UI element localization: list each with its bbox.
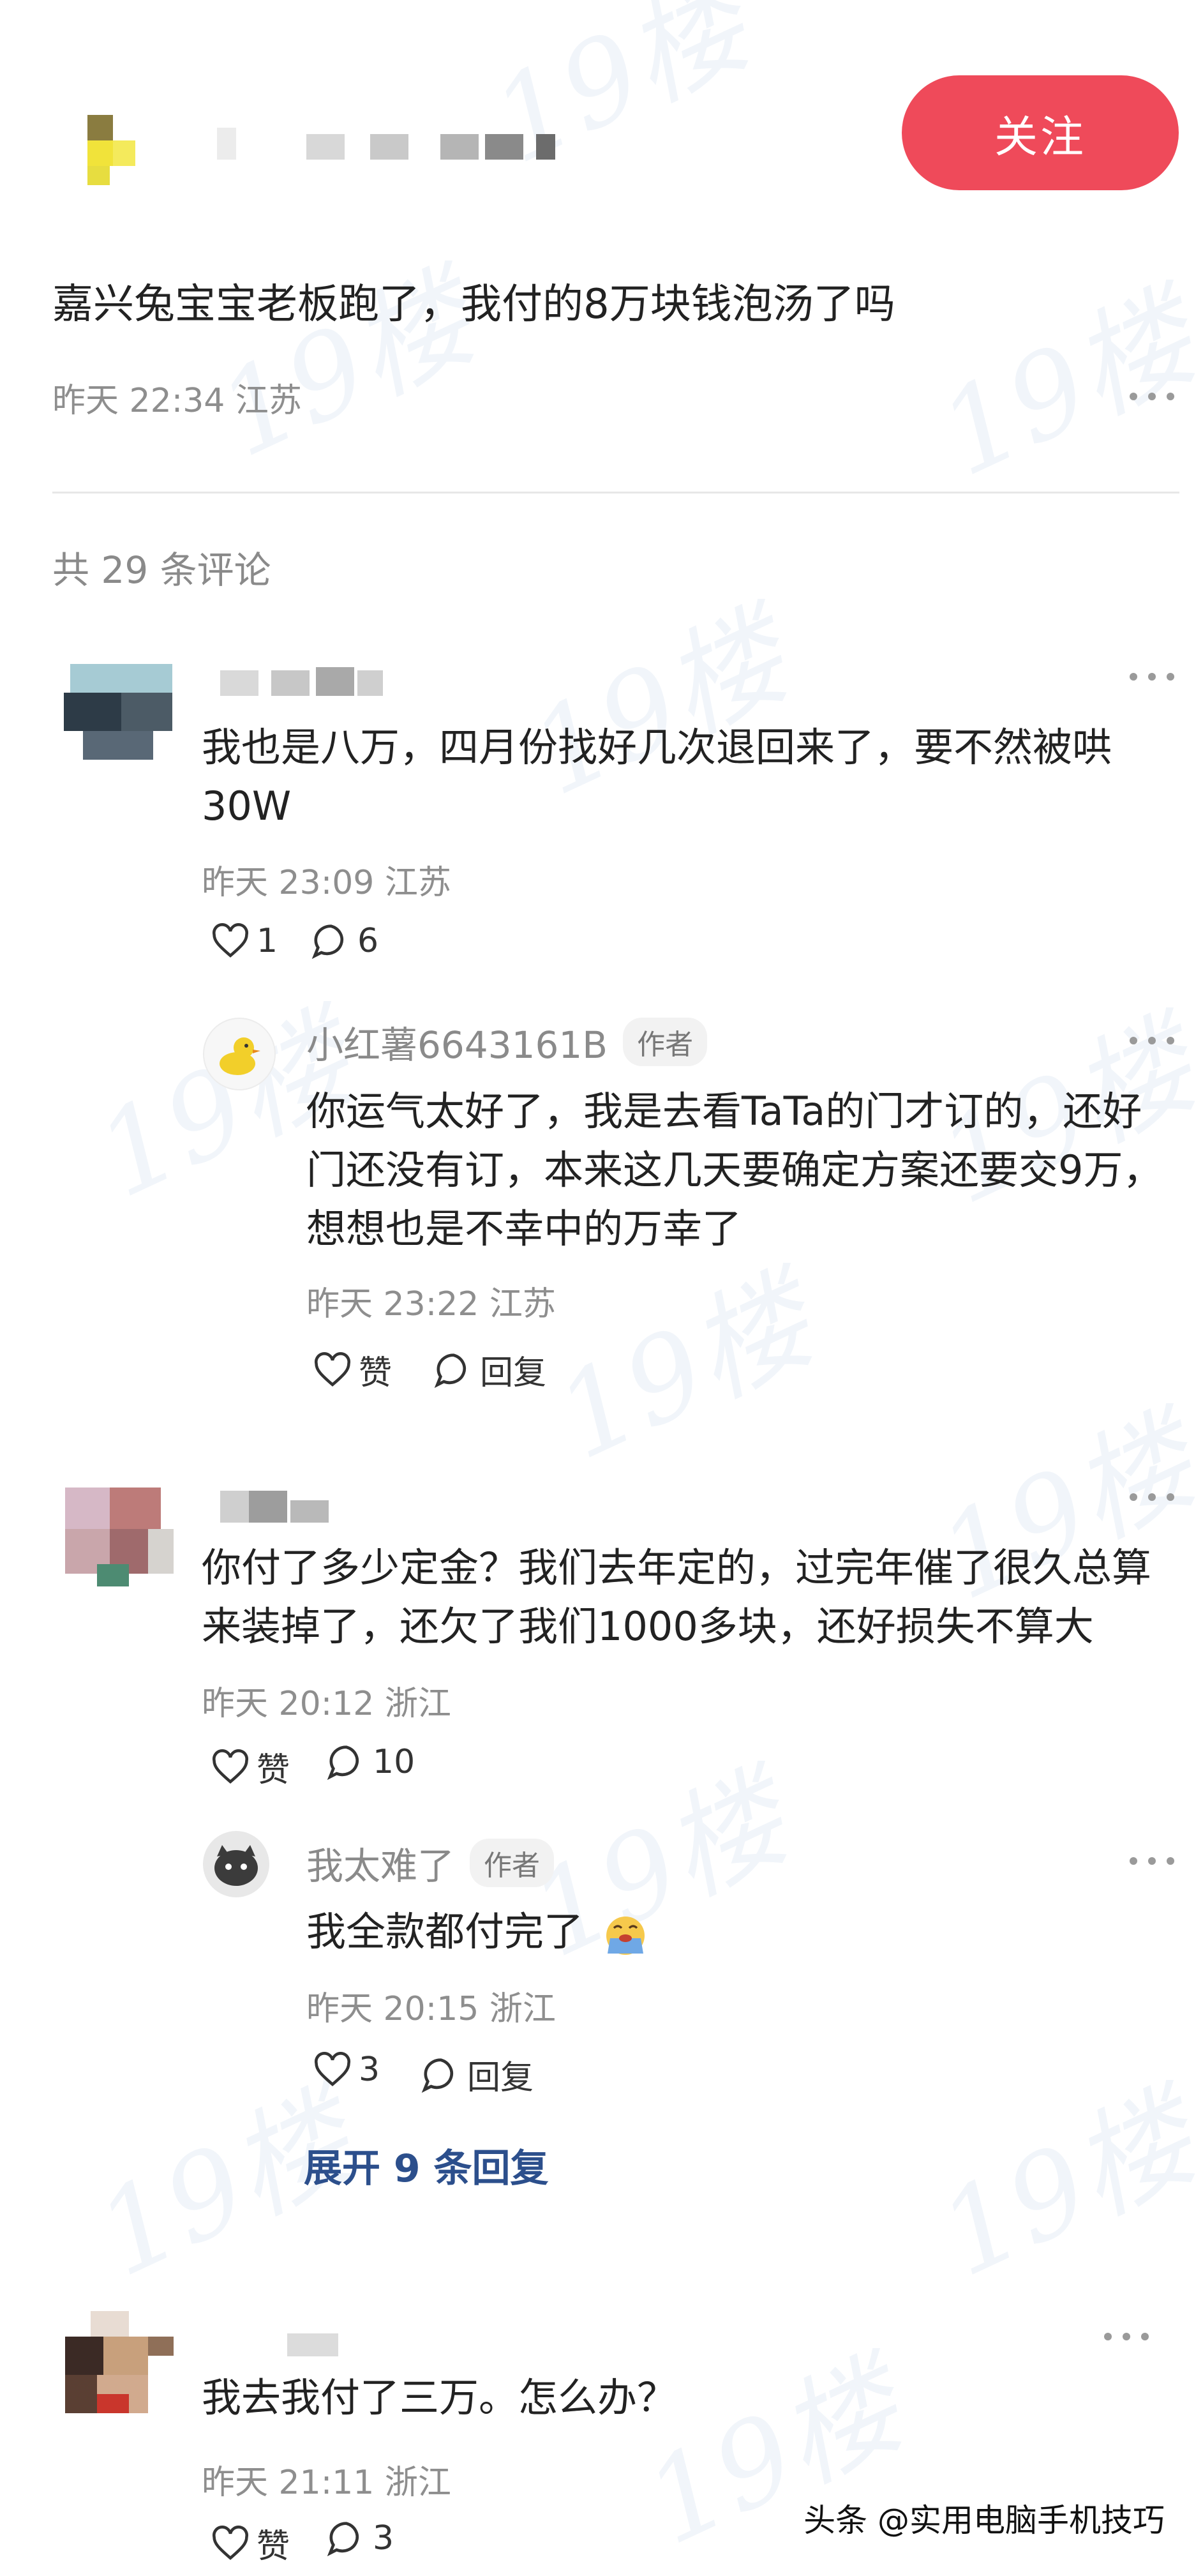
author-badge: 作者 [623,1018,708,1066]
reply-text: 我全款都付完了 [306,1902,651,1961]
expand-replies-link[interactable]: 展开 9 条回复 [304,2137,549,2193]
more-icon[interactable] [1130,387,1174,406]
more-icon[interactable] [1104,2327,1149,2346]
heart-icon [315,1352,350,1387]
comment-text: 我去我付了三万。怎么办？ [202,2374,677,2421]
reply-meta: 昨天 23:22 江苏 [306,1285,556,1323]
reply-button[interactable]: 3 [327,2519,394,2557]
heart-icon [213,923,248,958]
heart-icon [315,2052,350,2086]
more-icon[interactable] [1130,1851,1174,1871]
comment-meta: 昨天 23:09 江苏 [202,864,451,902]
duck-icon [220,1037,260,1075]
reply-button[interactable]: 10 [327,1743,415,1781]
comment-bubble-icon [327,2522,359,2557]
reply-label: 回复 [480,1354,547,1392]
like-button[interactable]: 1 [211,922,278,960]
watermark: 19楼 [512,590,805,822]
comment-text: 来装掉了，还欠了我们1000多块，还好损失不算大 [202,1603,1094,1650]
poster-avatar[interactable] [52,96,154,198]
like-button[interactable]: 3 [313,2051,380,2089]
follow-button[interactable]: 关注 [902,75,1179,190]
like-label: 赞 [257,2527,290,2566]
reply-label: 回复 [467,2059,534,2097]
watermark: 19楼 [199,252,493,484]
comment-meta: 昨天 21:11 浙江 [202,2464,451,2502]
divider [52,492,1179,493]
more-icon[interactable] [1130,1488,1174,1507]
more-icon[interactable] [1130,1031,1174,1050]
comment-meta: 昨天 20:12 浙江 [202,1685,451,1723]
like-button[interactable]: 赞 [211,1743,290,1791]
source-watermark: 头条 @实用电脑手机技巧 [803,2502,1165,2539]
author-badge: 作者 [470,1839,555,1887]
reply-text: 门还没有订，本来这几天要确定方案还要交9万， [306,1147,1163,1193]
avatar[interactable] [203,1831,269,1897]
reply-text-content: 我全款都付完了 [306,1908,584,1955]
more-icon[interactable] [1130,667,1174,686]
reply-text: 你运气太好了，我是去看TaTa的门才订的，还好 [306,1088,1142,1134]
comments-count: 共 29 条评论 [52,548,271,592]
like-label: 赞 [359,1354,392,1392]
avatar[interactable] [64,664,179,766]
reply-count: 3 [373,2519,394,2557]
username[interactable]: 我太难了 [306,1836,454,1890]
reply-button[interactable]: 6 [311,922,378,960]
comment-text: 我也是八万，四月份找好几次退回来了，要不然被哄 [202,724,1112,771]
comment-text: 你付了多少定金？我们去年定的，过完年催了很久总算 [202,1544,1152,1591]
username[interactable]: 小红薯6643161B [306,1015,608,1069]
watermark: 19楼 [537,1254,831,1486]
heart-icon [213,1749,248,1784]
poster-username[interactable] [217,128,562,166]
like-button[interactable]: 赞 [211,2519,290,2567]
avatar[interactable] [203,1018,276,1090]
reply-username[interactable]: 小红薯6643161B 作者 [306,1015,708,1069]
username-blurred[interactable] [220,1488,335,1526]
reply-count: 6 [357,922,379,960]
post-meta: 昨天 22:34 江苏 [52,382,302,420]
comment-bubble-icon [327,1745,359,1781]
comment-bubble-icon [421,2058,453,2093]
avatar[interactable] [52,2311,180,2420]
like-count: 1 [257,922,278,960]
reply-button[interactable]: 回复 [421,2051,534,2098]
watermark: 19楼 [920,2071,1203,2303]
reply-text: 想想也是不幸中的万幸了 [306,1205,742,1252]
like-count: 3 [359,2051,380,2089]
reply-meta: 昨天 20:15 浙江 [306,1990,556,2028]
comment-bubble-icon [434,1353,466,1388]
reply-button[interactable]: 回复 [434,1346,546,1394]
cat-face-icon [214,1845,258,1886]
reply-username[interactable]: 我太难了 作者 [306,1836,555,1890]
comment-text: 30W [202,783,292,829]
like-button[interactable]: 赞 [313,1346,392,1394]
watermark: 19楼 [920,271,1203,503]
heart-icon [213,2525,248,2560]
username-blurred[interactable] [287,2333,338,2359]
username-blurred[interactable] [220,664,386,702]
post-title: 嘉兴兔宝宝老板跑了，我付的8万块钱泡汤了吗 [52,281,895,328]
comment-bubble-icon [311,924,343,960]
like-label: 赞 [257,1751,290,1789]
avatar[interactable] [52,1481,180,1590]
crying-emoji-icon [606,1916,645,1955]
reply-count: 10 [373,1743,415,1781]
